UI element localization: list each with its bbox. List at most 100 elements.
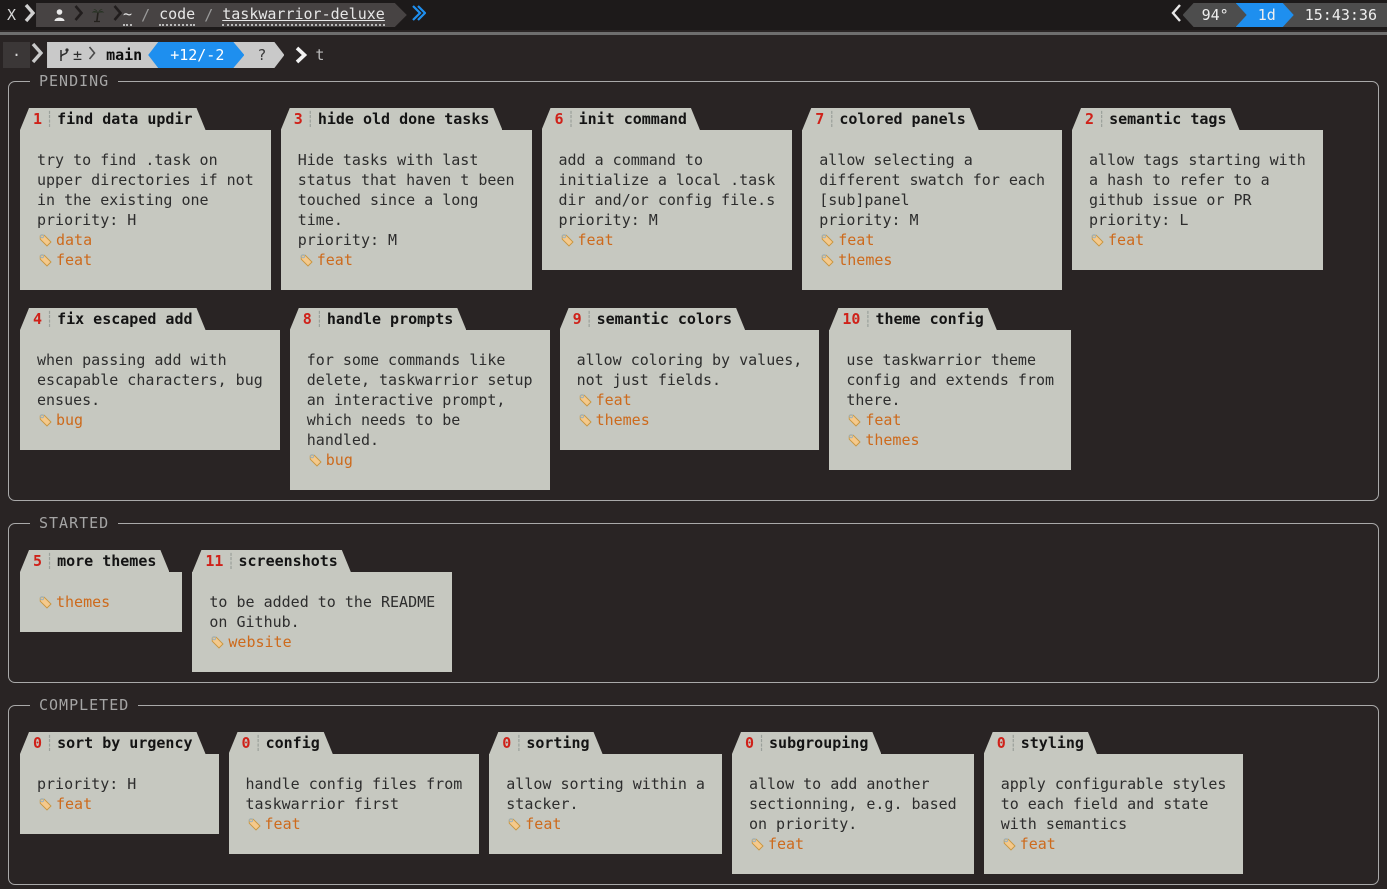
task-title: sort by urgency — [57, 734, 192, 752]
chevron-right-icon — [31, 42, 43, 68]
chevron-left-icon — [1171, 3, 1182, 27]
task-description-line: different swatch for each — [819, 170, 1045, 190]
task-card[interactable]: 2┊semantic tagsallow tags starting witha… — [1072, 108, 1323, 270]
task-description-line: on Github. — [209, 612, 435, 632]
task-card-tab[interactable]: 0┊styling — [984, 732, 1097, 754]
task-card-body: allow coloring by values,not just fields… — [560, 330, 820, 450]
tag-icon — [1089, 232, 1106, 249]
tag-icon — [37, 232, 54, 249]
task-description-line: an interactive prompt, — [307, 390, 533, 410]
tab-separator: ┊ — [754, 734, 769, 752]
prompt-path-segments: X — [0, 3, 427, 27]
task-card[interactable]: 0┊config handle config files fromtaskwarr… — [229, 732, 480, 854]
task-card[interactable]: 7┊colored panelsallow selecting adiffere… — [802, 108, 1062, 290]
tag-icon — [577, 412, 594, 429]
tag-icon — [846, 412, 863, 429]
task-description-line: sectionning, e.g. based — [749, 794, 957, 814]
tag-icon — [819, 252, 836, 269]
palm-tree-icon — [90, 7, 106, 23]
tag-label: themes — [865, 430, 919, 450]
typed-command[interactable]: t — [315, 46, 324, 64]
task-card-tab[interactable]: 6┊init command — [542, 108, 700, 130]
task-description-line: when passing add with — [37, 350, 263, 370]
task-title: sorting — [526, 734, 589, 752]
chevron-right-icon — [113, 4, 122, 26]
task-card[interactable]: 9┊semantic colorsallow coloring by value… — [560, 308, 820, 450]
task-title: theme config — [875, 310, 983, 328]
task-card[interactable]: 8┊handle promptsfor some commands likede… — [290, 308, 550, 490]
task-tag: data — [37, 230, 254, 250]
section-completed: COMPLETED0┊sort by urgencypriority: Hfea… — [8, 705, 1379, 885]
task-card-tab[interactable]: 0┊sort by urgency — [20, 732, 206, 754]
tag-label: feat — [768, 834, 804, 854]
section-title: STARTED — [30, 514, 118, 532]
task-card-tab[interactable]: 9┊semantic colors — [560, 308, 746, 330]
path-home[interactable]: ~ — [123, 5, 132, 26]
task-card-body: when passing add withescapable character… — [20, 330, 280, 450]
task-card-tab[interactable]: 10┊theme config — [829, 308, 996, 330]
tab-separator: ┊ — [1094, 110, 1109, 128]
task-card-tab[interactable]: 0┊subgrouping — [732, 732, 881, 754]
task-card[interactable]: 5┊more themes themes — [20, 550, 182, 632]
task-card-tab[interactable]: 5┊more themes — [20, 550, 169, 572]
path-repo-name[interactable]: taskwarrior-deluxe — [222, 5, 385, 26]
task-tag: feat — [37, 794, 202, 814]
task-card-body: apply configurable stylesto each field a… — [984, 754, 1244, 874]
task-tag: feat — [37, 250, 254, 270]
task-description-line: Hide tasks with last — [298, 150, 515, 170]
tag-label: themes — [56, 592, 110, 612]
tab-separator: ┊ — [303, 110, 318, 128]
task-description-line: a hash to refer to a — [1089, 170, 1306, 190]
task-card-tab[interactable]: 2┊semantic tags — [1072, 108, 1239, 130]
task-card-tab[interactable]: 7┊colored panels — [802, 108, 979, 130]
task-description-line: try to find .task on — [37, 150, 254, 170]
task-description-line: handle config files from — [246, 774, 463, 794]
task-title: styling — [1021, 734, 1084, 752]
task-card[interactable]: 0┊sort by urgency priority: Hfeat — [20, 732, 219, 834]
task-card-tab[interactable]: 11┊screenshots — [192, 550, 350, 572]
task-title: init command — [579, 110, 687, 128]
task-tag: feat — [1089, 230, 1306, 250]
task-description-line: allow coloring by values, — [577, 350, 803, 370]
task-card[interactable]: 1┊find data updirtry to find .task onupp… — [20, 108, 271, 290]
task-tag: bug — [307, 450, 533, 470]
task-card-tab[interactable]: 0┊config — [229, 732, 333, 754]
task-card[interactable]: 4┊fix escaped addwhen passing add withes… — [20, 308, 280, 450]
task-card-body: for some commands likedelete, taskwarrio… — [290, 330, 550, 490]
tag-label: feat — [596, 390, 632, 410]
git-branch-segment[interactable]: ± main — [47, 42, 158, 68]
path-dir-code[interactable]: code — [159, 5, 195, 26]
task-card[interactable]: 10┊theme configuse taskwarrior themeconf… — [829, 308, 1071, 470]
task-card-tab[interactable]: 4┊fix escaped add — [20, 308, 206, 330]
task-description-line: delete, taskwarrior setup — [307, 370, 533, 390]
task-card-tab[interactable]: 1┊find data updir — [20, 108, 206, 130]
task-card[interactable]: 6┊init commandadd a command toinitialize… — [542, 108, 793, 270]
tag-label: feat — [578, 230, 614, 250]
task-priority: priority: H — [37, 774, 202, 794]
task-card[interactable]: 0┊subgroupingallow to add anothersection… — [732, 732, 974, 874]
chevron-right-icon — [88, 45, 96, 65]
task-priority: priority: M — [298, 230, 515, 250]
task-description-line: escapable characters, bug — [37, 370, 263, 390]
task-card-tab[interactable]: 8┊handle prompts — [290, 308, 467, 330]
tag-label: feat — [1020, 834, 1056, 854]
tag-label: feat — [838, 230, 874, 250]
horizontal-divider — [0, 32, 1387, 35]
task-id: 9 — [573, 310, 582, 328]
task-card[interactable]: 0┊stylingapply configurable stylesto eac… — [984, 732, 1244, 874]
task-tag: feat — [246, 814, 463, 834]
task-priority: priority: M — [819, 210, 1045, 230]
task-card[interactable]: 0┊sortingallow sorting within astacker.f… — [489, 732, 722, 854]
tab-separator: ┊ — [42, 734, 57, 752]
task-description-line: taskwarrior first — [246, 794, 463, 814]
task-card[interactable]: 11┊screenshotsto be added to the READMEo… — [192, 550, 452, 672]
task-tag: feat — [506, 814, 705, 834]
task-card-tab[interactable]: 0┊sorting — [489, 732, 602, 754]
task-description-line: github issue or PR — [1089, 190, 1306, 210]
task-tag: feat — [577, 390, 803, 410]
task-description-line: ensues. — [37, 390, 263, 410]
task-card-tab[interactable]: 3┊hide old done tasks — [281, 108, 503, 130]
task-card[interactable]: 3┊hide old done tasks Hide tasks with las… — [281, 108, 532, 290]
tab-separator: ┊ — [42, 310, 57, 328]
task-priority: priority: L — [1089, 210, 1306, 230]
